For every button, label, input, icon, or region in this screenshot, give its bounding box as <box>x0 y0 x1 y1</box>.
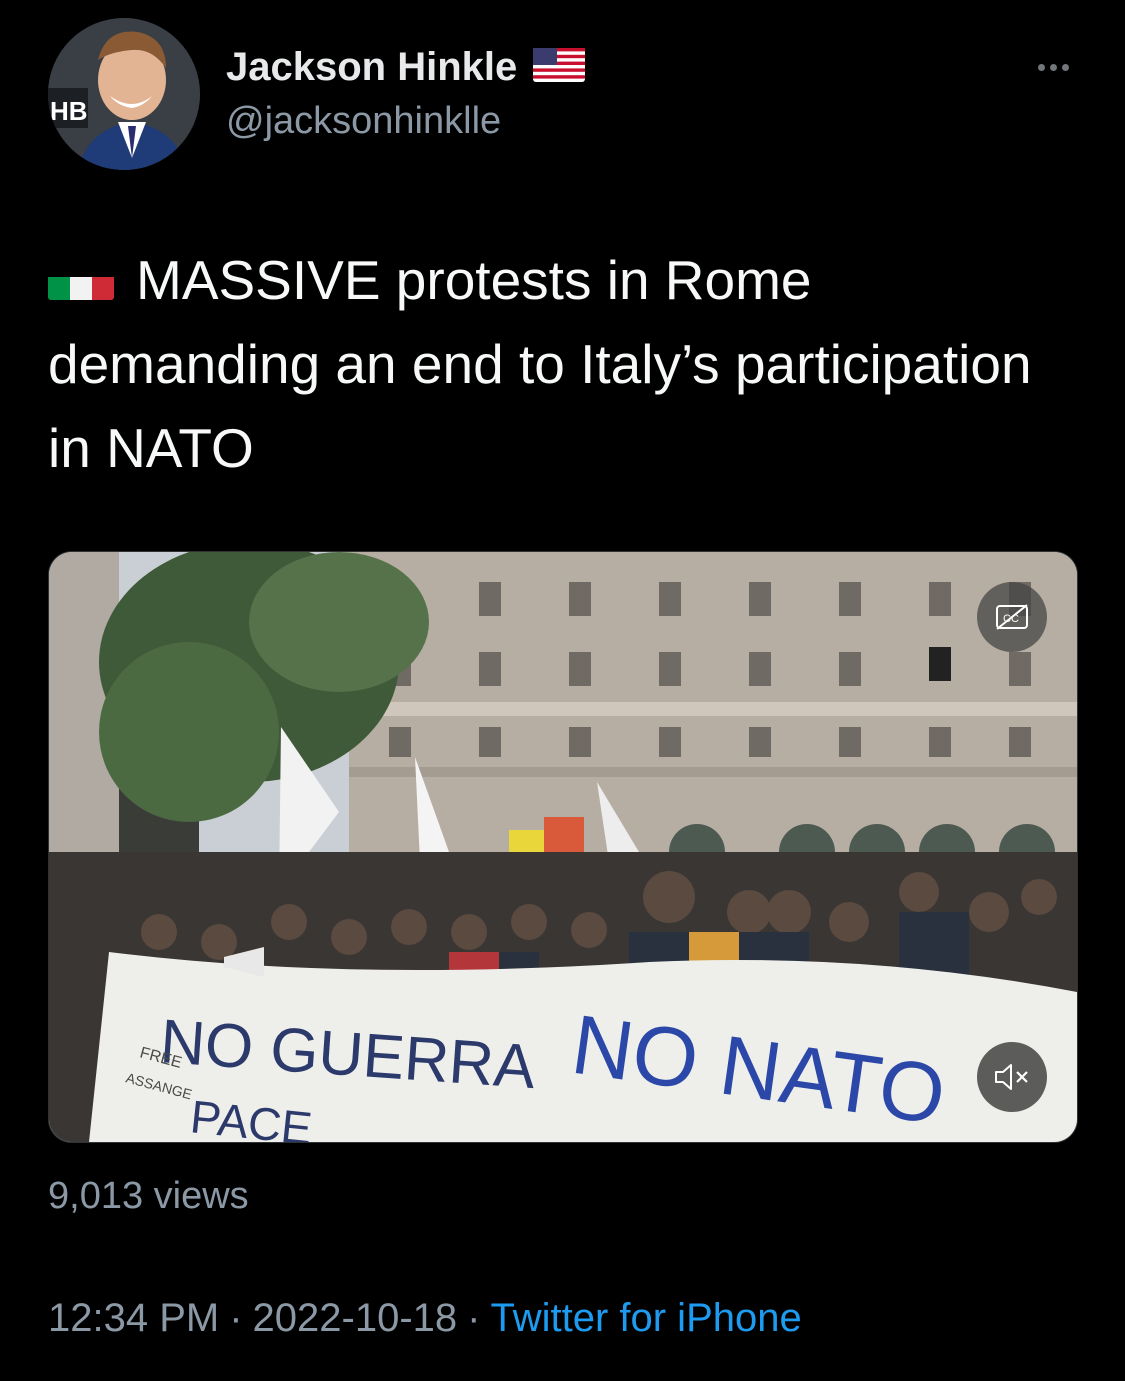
tweet-text: MASSIVE protests in Rome demanding an en… <box>48 238 1078 490</box>
video-frame: NO GUERRA NO NATO FREE ASSANGE PACE <box>49 552 1077 1142</box>
author-handle[interactable]: @jacksonhinklle <box>226 100 501 143</box>
tweet-source-link[interactable]: Twitter for iPhone <box>490 1296 801 1340</box>
tweet-body: MASSIVE protests in Rome demanding an en… <box>48 249 1032 479</box>
italy-flag-icon <box>48 258 114 301</box>
us-flag-icon <box>533 47 586 87</box>
avatar-backdrop-text: HB <box>50 96 88 126</box>
author-display-name[interactable]: Jackson Hinkle <box>226 45 517 90</box>
author-name-row: Jackson Hinkle <box>226 42 586 92</box>
video-player[interactable]: NO GUERRA NO NATO FREE ASSANGE PACE CC <box>48 551 1078 1143</box>
closed-captions-button[interactable]: CC <box>977 582 1047 652</box>
more-dot <box>1037 63 1045 71</box>
tweet-date[interactable]: 2022-10-18 <box>253 1296 458 1340</box>
unmute-button[interactable] <box>977 1042 1047 1112</box>
meta-separator: · <box>229 1296 243 1340</box>
closed-captions-icon: CC <box>996 604 1028 630</box>
meta-separator: · <box>467 1296 481 1340</box>
avatar[interactable]: HB <box>48 18 200 170</box>
avatar-image: HB <box>48 18 200 170</box>
more-options-icon[interactable] <box>1033 60 1073 74</box>
view-count: 9,013 views <box>48 1175 249 1217</box>
more-dot <box>1061 63 1069 71</box>
tweet-time[interactable]: 12:34 PM <box>48 1296 219 1340</box>
tweet-meta: 12:34 PM · 2022-10-18 · Twitter for iPhone <box>48 1296 802 1341</box>
volume-muted-icon <box>995 1064 1028 1090</box>
more-dot <box>1049 63 1057 71</box>
